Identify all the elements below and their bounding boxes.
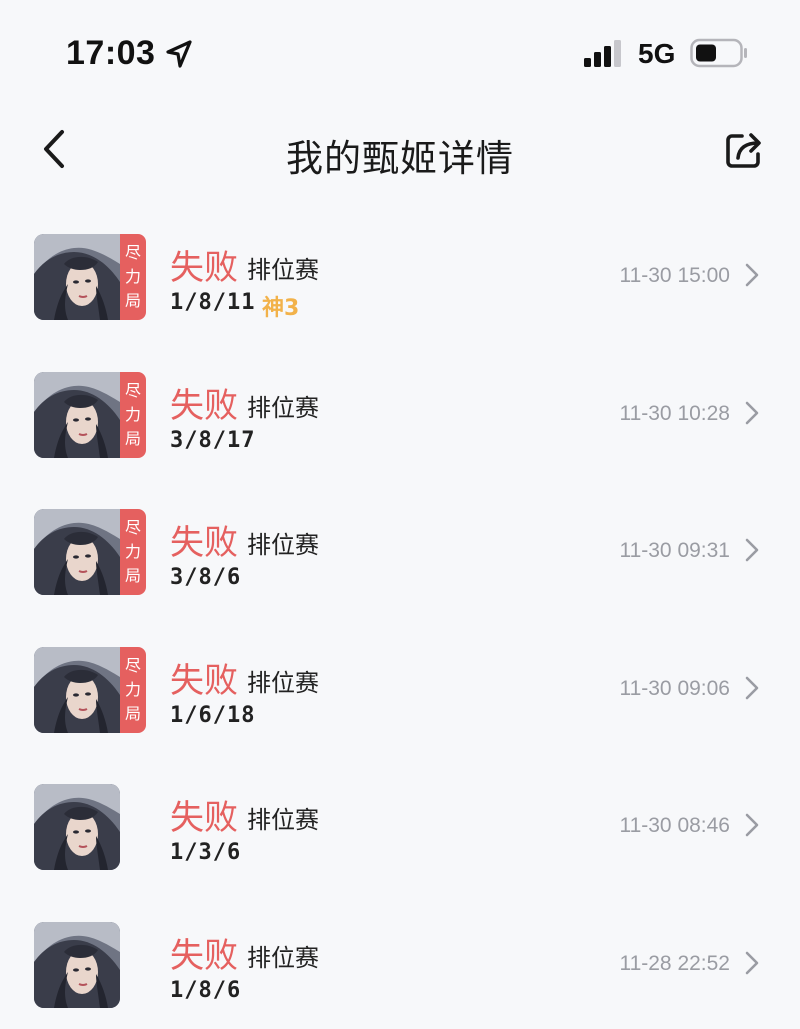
network-type: 5G [638,38,676,69]
effort-badge-char: 力 [124,267,141,286]
hero-avatar [34,646,120,733]
match-result: 失败 [170,248,238,288]
match-row[interactable]: 尽力局 失败 排位赛 1/8/11 神3 11-30 15:00 [0,206,800,344]
effort-badge-char: 局 [124,291,141,310]
effort-badge-char: 尽 [124,518,141,537]
effort-badge-char: 局 [124,428,141,448]
match-row[interactable]: 失败 排位赛 1/3/6 11-30 08:46 [0,756,800,894]
match-result: 失败 [170,523,238,563]
signal-icon [584,40,621,67]
avatar-group: 尽力局 [34,234,146,320]
mvp-tag: 神3 [262,296,300,321]
match-time: 11-30 08:46 [619,814,730,837]
match-time: 11-28 22:52 [619,951,730,975]
effort-badge-char: 尽 [124,380,141,400]
match-result: 失败 [170,935,238,976]
match-time: 11-30 09:31 [619,539,730,562]
match-result: 失败 [170,660,238,701]
kda-stat: 1/8/11 [170,290,256,315]
avatar-group: 尽力局 [34,509,146,595]
avatar-group [34,921,146,1008]
effort-badge: 尽力局 [120,234,146,320]
avatar-group: 尽力局 [34,371,146,458]
hero-avatar [34,371,120,458]
effort-badge-char: 力 [124,404,141,424]
match-row[interactable]: 尽力局 失败 排位赛 3/8/17 11-30 10:28 [0,344,800,482]
match-mode: 排位赛 [247,943,319,972]
chevron-right-icon [745,676,759,699]
match-mode: 排位赛 [247,393,319,422]
chevron-right-icon [745,538,759,562]
effort-badge-char: 力 [124,542,141,561]
chevron-right-icon [745,263,759,287]
avatar-group: 尽力局 [34,646,146,733]
kda-stat: 1/3/6 [170,840,242,865]
effort-badge-char: 局 [124,703,141,723]
chevron-right-icon [745,401,759,424]
hero-avatar [34,234,120,320]
match-time: 11-30 09:06 [619,676,730,700]
share-icon[interactable] [722,128,766,172]
avatar-group [34,784,146,870]
match-row[interactable]: 失败 排位赛 1/8/6 11-28 22:52 [0,894,800,1029]
match-row[interactable]: 尽力局 失败 排位赛 1/6/18 11-30 09:06 [0,619,800,757]
match-mode: 排位赛 [247,256,319,284]
effort-badge: 尽力局 [120,509,146,595]
kda-stat: 3/8/6 [170,565,242,590]
nav-bar: 我的甄姬详情 [0,110,800,196]
chevron-right-icon [745,951,759,974]
match-mode: 排位赛 [247,531,319,559]
location-arrow-icon [166,40,192,68]
status-time: 17:03 [66,34,156,72]
match-time: 11-30 15:00 [619,264,730,287]
effort-badge-char: 尽 [124,243,141,262]
page-title: 我的甄姬详情 [286,137,514,180]
kda-stat: 1/6/18 [170,702,256,728]
hero-avatar [34,784,120,870]
match-time: 11-30 10:28 [619,401,730,425]
status-bar: 17:03 5G [0,0,800,100]
effort-badge: 尽力局 [120,371,146,458]
match-list: 尽力局 失败 排位赛 1/8/11 神3 11-30 15:00 尽 力 局 失… [0,206,800,1029]
match-mode: 排位赛 [247,806,319,834]
hero-avatar [34,921,120,1008]
chevron-right-icon [745,813,759,837]
battery-icon [690,38,747,68]
effort-badge: 尽力局 [120,646,146,733]
hero-avatar [34,509,120,595]
effort-badge-char: 力 [124,679,141,699]
effort-badge-char: 局 [124,566,141,585]
match-result: 失败 [170,385,238,426]
kda-stat: 1/8/6 [170,977,242,1003]
match-row[interactable]: 尽力局 失败 排位赛 3/8/6 11-30 09:31 [0,481,800,619]
kda-stat: 3/8/17 [170,427,256,453]
effort-badge-char: 尽 [124,655,141,675]
match-mode: 排位赛 [247,668,319,697]
match-result: 失败 [170,798,238,838]
